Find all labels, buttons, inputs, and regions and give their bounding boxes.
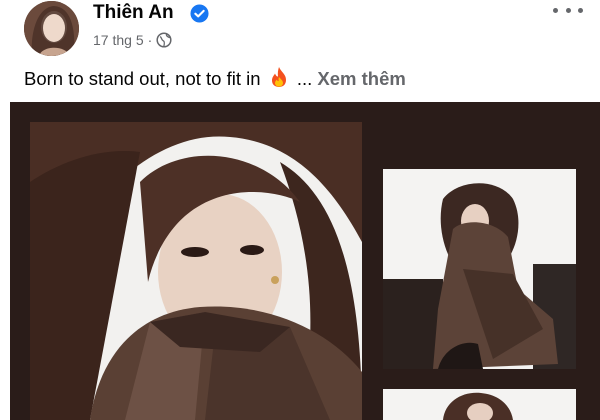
photo-third[interactable] [383,389,576,420]
photo-main[interactable] [30,122,362,420]
see-more-link[interactable]: Xem thêm [317,68,405,89]
post-header: Thiên An 17 thg 5 · [0,0,600,60]
post-caption: Born to stand out, not to fit in ... Xem… [24,66,406,90]
post-meta: 17 thg 5 · [93,32,172,48]
post-date[interactable]: 17 thg 5 [93,32,144,48]
author-name[interactable]: Thiên An [93,2,174,24]
globe-icon [156,32,172,48]
avatar[interactable] [24,1,79,56]
caption-text: Born to stand out, not to fit in [24,68,261,89]
caption-ellipsis: ... [296,68,313,89]
media-grid [10,102,600,420]
meta-separator: · [147,32,153,48]
photo-side[interactable] [383,169,576,369]
verified-badge-icon [190,4,209,23]
more-options-icon[interactable] [553,2,583,18]
fire-emoji-icon [271,67,286,87]
